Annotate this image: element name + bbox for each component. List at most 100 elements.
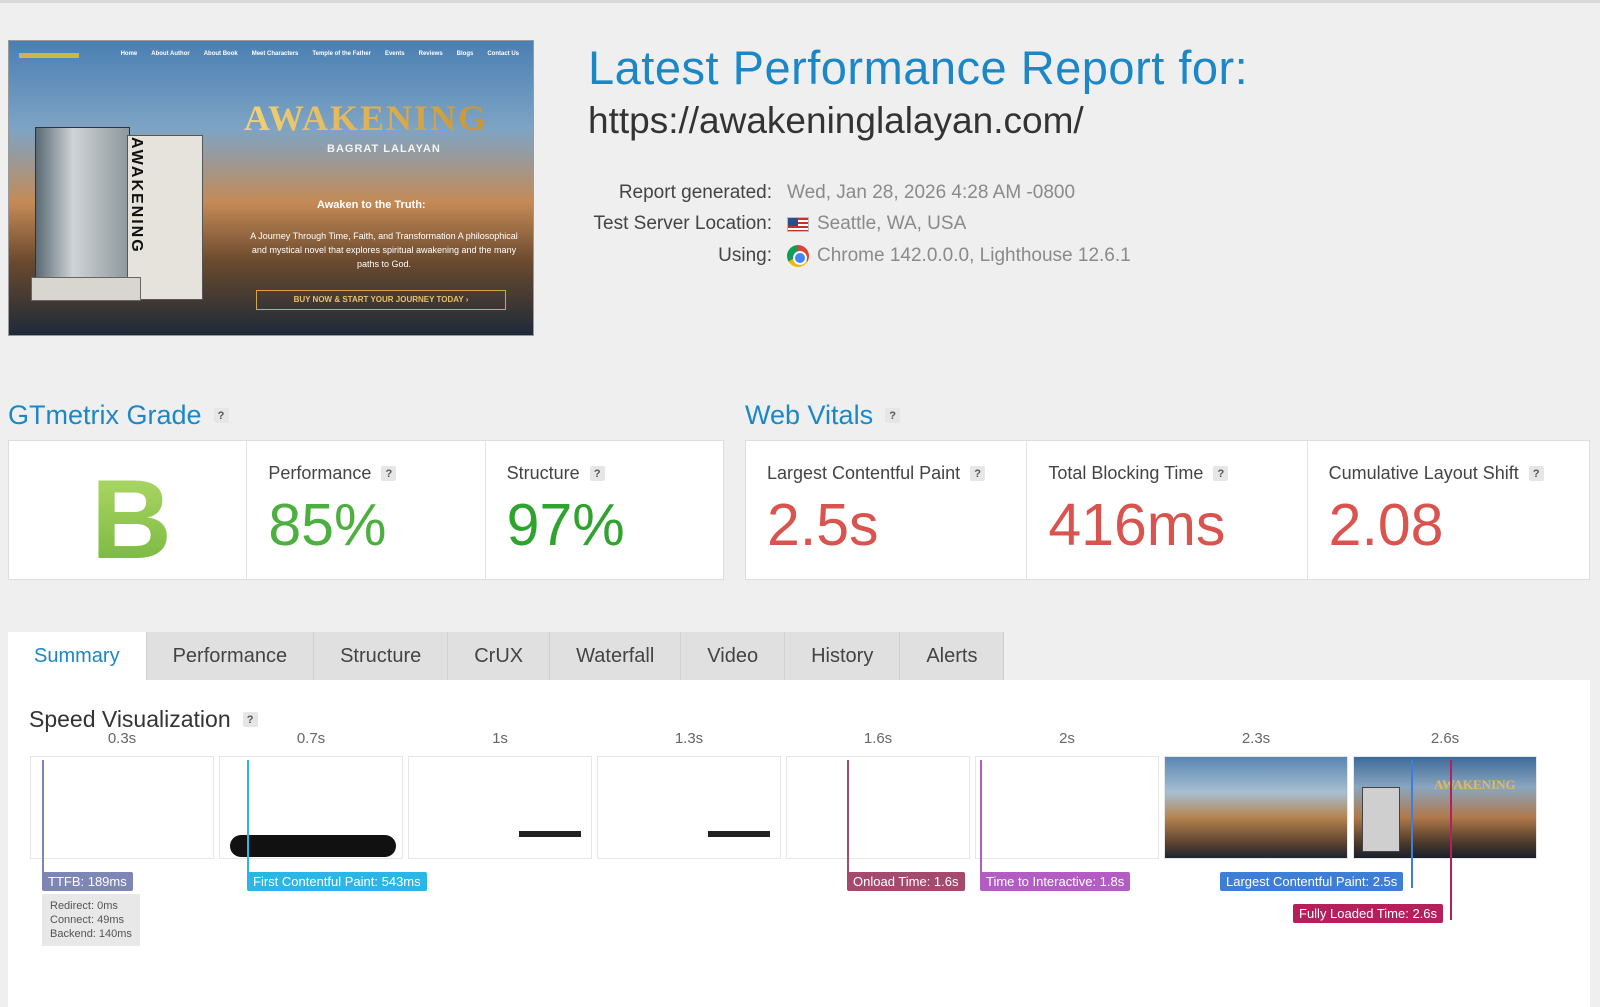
frame-time: 0.7s [296, 730, 326, 747]
structure-label: Structure [506, 463, 580, 483]
tab-alerts[interactable]: Alerts [900, 632, 1005, 680]
thumbnail-title: AWAKENING [244, 98, 489, 138]
us-flag-icon [787, 216, 809, 232]
fully-loaded-marker-line [1450, 760, 1452, 920]
meta-using: Using: Chrome 142.0.0.0, Lighthouse 12.6… [500, 245, 1200, 271]
tbt-cell: Total Blocking Time ? 416ms [1027, 441, 1308, 579]
thumbnail-description: A Journey Through Time, Faith, and Trans… [250, 231, 518, 269]
filmstrip-frame[interactable] [408, 756, 592, 859]
meta-value: Wed, Jan 28, 2026 4:28 AM -0800 [787, 182, 1076, 203]
thumbnail-nav-item: About Book [203, 51, 238, 57]
thumbnail-nav-item: Temple of the Father [312, 51, 371, 57]
thumbnail-nav-item: Reviews [418, 51, 443, 57]
frame-time: 0.3s [107, 730, 137, 747]
filmstrip-frame[interactable] [30, 756, 214, 859]
report-url[interactable]: https://awakeninglalayan.com/ [588, 100, 1084, 142]
filmstrip-frame[interactable] [975, 756, 1159, 859]
gtmetrix-grade-heading: GTmetrix Grade ? [8, 400, 229, 431]
thumbnail-nav-item: Contact Us [487, 51, 519, 57]
lcp-label: Largest Contentful Paint [767, 463, 961, 483]
top-divider [0, 0, 1600, 3]
grade-card: B Performance ? 85% Structure ? 97% [8, 440, 724, 582]
tab-summary[interactable]: Summary [8, 632, 147, 680]
chrome-icon [787, 245, 809, 267]
help-icon[interactable]: ? [589, 466, 605, 481]
frame-time: 1s [492, 730, 508, 747]
help-icon[interactable]: ? [1213, 466, 1229, 481]
help-icon[interactable]: ? [885, 408, 901, 423]
lcp-cell: Largest Contentful Paint ? 2.5s [746, 441, 1028, 579]
report-tabs: Summary Performance Structure CrUX Water… [8, 632, 1005, 680]
tab-waterfall[interactable]: Waterfall [550, 632, 682, 680]
tti-label: Time to Interactive: 1.8s [980, 872, 1131, 891]
website-screenshot: Home About Author About Book Meet Charac… [8, 40, 534, 336]
help-icon[interactable]: ? [970, 466, 986, 481]
tbt-label: Total Blocking Time [1048, 463, 1204, 483]
cls-value: 2.08 [1328, 492, 1444, 558]
tab-crux[interactable]: CrUX [448, 632, 551, 680]
book-spine-title: AWAKENING [128, 137, 145, 254]
tab-structure[interactable]: Structure [314, 632, 449, 680]
web-vitals-heading: Web Vitals ? [745, 400, 901, 431]
cls-label: Cumulative Layout Shift [1328, 463, 1519, 483]
tab-video[interactable]: Video [681, 632, 786, 680]
meta-label: Test Server Location: [593, 213, 772, 234]
thumbnail-nav-item: Meet Characters [251, 51, 299, 57]
thumbnail-nav-item: About Author [151, 51, 190, 57]
thumbnail-author: BAGRAT LALAYAN [327, 143, 441, 155]
help-icon[interactable]: ? [242, 712, 258, 727]
structure-cell: Structure ? 97% [486, 441, 723, 579]
speed-visualization-heading: Speed Visualization ? [29, 706, 258, 733]
ttfb-marker-line [42, 760, 44, 888]
lcp-marker-line [1411, 760, 1413, 888]
performance-label: Performance [268, 463, 372, 483]
tab-performance[interactable]: Performance [146, 632, 315, 680]
frame-time: 2s [1059, 730, 1075, 747]
thumbnail-logo [19, 53, 79, 58]
tab-history[interactable]: History [785, 632, 901, 680]
thumbnail-nav-item: Events [384, 51, 405, 57]
ttfb-label: TTFB: 189ms [42, 872, 133, 891]
fully-loaded-label: Fully Loaded Time: 2.6s [1293, 904, 1444, 923]
filmstrip-frame[interactable] [597, 756, 781, 859]
thumbnail-nav-item: Home [120, 51, 138, 57]
thumbnail-cta: BUY NOW & START YOUR JOURNEY TODAY › [256, 290, 506, 310]
fcp-marker-line [247, 760, 249, 888]
ttfb-details: Redirect: 0ms Connect: 49ms Backend: 140… [42, 894, 140, 946]
lcp-value: 2.5s [767, 492, 879, 558]
cls-cell: Cumulative Layout Shift ? 2.08 [1308, 441, 1589, 579]
filmstrip-frame[interactable] [1164, 756, 1348, 859]
tti-marker-line [980, 760, 982, 888]
performance-score: 85% [268, 492, 387, 558]
help-icon[interactable]: ? [213, 408, 229, 423]
thumbnail-nav-item: Blogs [456, 51, 474, 57]
frame-time: 1.6s [863, 730, 893, 747]
thumbnail-tagline: Awaken to the Truth: [317, 199, 426, 211]
lcp-marker-label: Largest Contentful Paint: 2.5s [1220, 872, 1404, 891]
meta-report-generated: Report generated: Wed, Jan 28, 2026 4:28… [500, 182, 1200, 208]
help-icon[interactable]: ? [381, 466, 397, 481]
help-icon[interactable]: ? [1528, 466, 1544, 481]
book-image: AWAKENING [27, 127, 203, 305]
meta-server-location: Test Server Location: Seattle, WA, USA [500, 213, 1200, 239]
frame-book-image [1362, 787, 1400, 852]
fcp-label: First Contentful Paint: 543ms [247, 872, 427, 891]
thumbnail-nav: Home About Author About Book Meet Charac… [121, 51, 519, 57]
filmstrip-frame[interactable]: AWAKENING [1353, 756, 1537, 859]
grade-cell: B [9, 441, 248, 582]
meta-label: Report generated: [618, 182, 772, 203]
onload-label: Onload Time: 1.6s [847, 872, 965, 891]
frame-time: 1.3s [674, 730, 704, 747]
web-vitals-card: Largest Contentful Paint ? 2.5s Total Bl… [745, 440, 1590, 580]
meta-value: Seattle, WA, USA [787, 213, 966, 235]
filmstrip-frame[interactable] [786, 756, 970, 859]
report-title: Latest Performance Report for: [588, 41, 1249, 94]
grade-letter: B [91, 457, 172, 582]
frame-title: AWAKENING [1434, 777, 1516, 792]
summary-panel: Speed Visualization ? 0.3s 0.7s 1s 1.3s … [8, 680, 1590, 1007]
meta-label: Using: [718, 245, 772, 266]
tbt-value: 416ms [1048, 492, 1226, 558]
onload-marker-line [847, 760, 849, 888]
performance-cell: Performance ? 85% [247, 441, 486, 579]
meta-value: Chrome 142.0.0.0, Lighthouse 12.6.1 [787, 245, 1131, 267]
